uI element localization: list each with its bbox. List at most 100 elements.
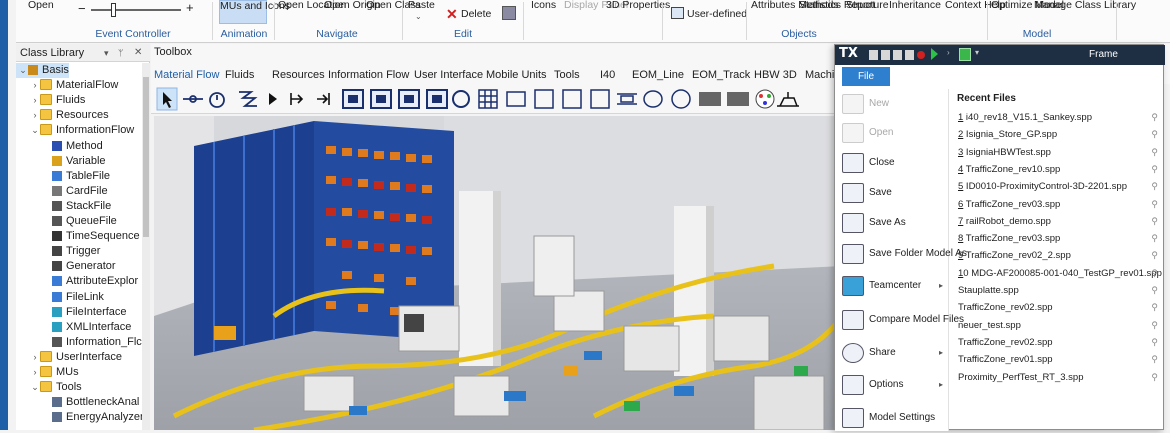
class-tree-item[interactable]: StackFile [16,199,111,214]
class-tree-item[interactable]: › UserInterface [16,350,122,365]
delete-button[interactable]: Delete [461,9,491,20]
recent-file-item[interactable]: TrafficZone_rev01.spp ⚲ [958,351,1158,368]
3d-model-view[interactable] [154,116,842,430]
class-tree-item[interactable]: QueueFile [16,214,117,229]
expand-down-icon[interactable]: ⌄ [30,380,40,395]
backstage-menu-item[interactable]: Save As [839,208,949,238]
recent-file-item[interactable]: 2 Isignia_Store_GP.spp ⚲ [958,126,1158,143]
pin-file-icon[interactable]: ⚲ [1151,369,1158,386]
delete-object-icon[interactable] [502,6,516,20]
open-class-button[interactable]: Open Class [366,0,421,11]
speed-slider-thumb[interactable] [111,3,116,17]
icons-button[interactable]: Icons [531,0,556,11]
vertical-scrollbar[interactable] [142,63,150,430]
toolbox-tab[interactable]: Tools [554,66,580,84]
pin-file-icon[interactable]: ⚲ [1151,299,1158,316]
class-tree-item[interactable]: TimeSequence [16,229,140,244]
toolbox-tab[interactable]: I40 [600,66,615,84]
class-tree-item[interactable]: Variable [16,154,106,169]
class-tree-item[interactable]: ⌄ InformationFlow [16,123,134,138]
paste-button[interactable]: Paste [408,0,435,11]
pin-file-icon[interactable]: ⚲ [1151,213,1158,230]
toolbox-tab[interactable]: User Interface [414,66,483,84]
save-as-icon[interactable] [893,50,902,60]
class-tree-item[interactable]: › MaterialFlow [16,78,118,93]
expand-down-icon[interactable]: ⌄ [30,123,40,138]
class-tree-item[interactable]: ⌄ Tools [16,380,82,395]
context-help-button[interactable]: Context Help [945,0,1006,11]
backstage-menu-item[interactable]: Open [839,118,949,148]
recent-file-item[interactable]: 4 TrafficZone_rev10.spp ⚲ [958,161,1158,178]
class-tree-item[interactable]: FileInterface [16,305,127,320]
expand-down-icon[interactable]: ⌄ [18,63,28,78]
class-tree-item[interactable]: Method [16,139,103,154]
file-tab[interactable]: File [842,67,890,86]
recent-file-item[interactable]: TrafficZone_rev02.spp ⚲ [958,334,1158,351]
recent-file-item[interactable]: 6 TrafficZone_rev03.spp ⚲ [958,196,1158,213]
class-tree-item[interactable]: Generator [16,259,116,274]
expand-right-icon[interactable]: › [30,78,40,93]
pin-file-icon[interactable]: ⚲ [1151,230,1158,247]
recent-file-item[interactable]: 5 ID0010-ProximityControl-3D-2201.spp ⚲ [958,178,1158,195]
recent-file-item[interactable]: 3 IsigniaHBWTest.spp ⚲ [958,144,1158,161]
pin-file-icon[interactable]: ⚲ [1151,144,1158,161]
pin-file-icon[interactable]: ⚲ [1151,317,1158,334]
inheritance-button[interactable]: Inheritance [889,0,941,11]
class-tree-item[interactable]: FileLink [16,290,104,305]
toolbox-tab[interactable]: Mobile Units [486,66,547,84]
backstage-menu-item[interactable]: New [839,89,949,119]
pin-file-icon[interactable]: ⚲ [1151,265,1158,282]
model-icon[interactable] [959,48,971,61]
recent-file-item[interactable]: 9 TrafficZone_rev02_2.spp ⚲ [958,247,1158,264]
recent-file-item[interactable]: 7 railRobot_demo.spp ⚲ [958,213,1158,230]
optimize-model-button[interactable]: Optimize Model [991,0,1064,11]
pin-file-icon[interactable]: ⚲ [1151,126,1158,143]
pin-file-icon[interactable]: ⚲ [1151,161,1158,178]
pin-file-icon[interactable]: ⚲ [1151,351,1158,368]
open-icon[interactable] [869,50,878,60]
toolbox-tab[interactable]: Information Flow [328,66,409,84]
backstage-menu-item[interactable]: Model Settings [839,403,949,433]
edit-icon[interactable] [905,50,914,60]
backstage-menu-item[interactable]: Close [839,148,949,178]
backstage-menu-item[interactable]: Teamcenter ▸ [839,271,949,301]
recent-file-item[interactable]: neuer_test.spp ⚲ [958,317,1158,334]
open-location-button[interactable]: Open Location [278,0,346,11]
zoom-plus-button[interactable]: + [186,1,194,14]
class-tree-item[interactable]: BottleneckAnal [16,395,139,410]
manage-class-library-button[interactable]: Manage Class Library [1034,0,1136,11]
class-tree-item[interactable]: AttributeExplor [16,274,138,289]
event-controller-open-button[interactable]: Open [28,0,54,11]
pin-file-icon[interactable]: ⚲ [1151,334,1158,351]
backstage-menu-item[interactable]: Options ▸ [839,370,949,400]
pin-file-icon[interactable]: ⚲ [1151,282,1158,299]
recent-file-item[interactable]: TrafficZone_rev02.spp ⚲ [958,299,1158,316]
class-tree-item[interactable]: EnergyAnalyzer [16,410,142,425]
mus-and-icons-button[interactable]: MUs and Icons [219,0,290,24]
statistics-report-button[interactable]: Statistics Report [799,0,875,11]
backstage-menu-item[interactable]: Share ▸ [839,338,949,368]
toolbox-tab[interactable]: EOM_Track [692,66,750,84]
backstage-menu-item[interactable]: Save Folder Model As [839,239,967,269]
recent-file-item[interactable]: Stauplatte.spp ⚲ [958,282,1158,299]
pin-file-icon[interactable]: ⚲ [1151,178,1158,195]
toolbox-tab[interactable]: Material Flow [154,66,220,86]
panel-options-icon[interactable]: ▾ [104,44,109,62]
class-tree-item[interactable]: › MUs [16,365,79,380]
recent-file-item[interactable]: 8 TrafficZone_rev03.spp ⚲ [958,230,1158,247]
speed-slider[interactable] [91,9,181,11]
class-tree-item[interactable]: Information_Flc [16,335,142,350]
zoom-minus-button[interactable]: − [78,2,86,15]
pin-file-icon[interactable]: ⚲ [1151,109,1158,126]
recent-file-item[interactable]: Proximity_PerfTest_RT_3.spp ⚲ [958,369,1158,386]
start-icon[interactable] [931,48,938,60]
3d-properties-button[interactable]: 3D Properties [606,0,670,11]
class-tree-item[interactable]: › Resources [16,108,109,123]
recent-file-item[interactable]: 1 i40_rev18_V15.1_Sankey.spp ⚲ [958,109,1158,126]
class-tree-item[interactable]: XMLInterface [16,320,131,335]
toolbox-tab[interactable]: EOM_Line [632,66,684,84]
toolbox-tab[interactable]: Fluids [225,66,254,84]
user-defined-button[interactable]: User-defined [687,9,747,20]
pin-icon[interactable]: ᛘ [118,44,123,62]
attributes-methods-button[interactable]: Attributes Methods [751,0,839,11]
